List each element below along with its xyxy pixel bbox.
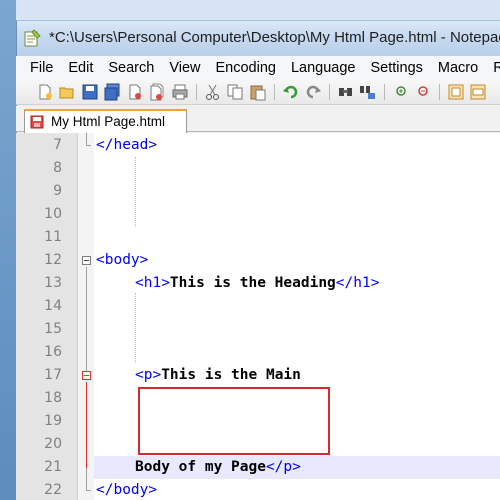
html-tag: </head> — [96, 137, 158, 153]
code-line: 13 <h1>This is the Heading</h1> — [16, 272, 500, 295]
line-number: 15 — [44, 321, 62, 337]
html-tag: <body> — [96, 252, 149, 268]
code-text: </head> — [96, 134, 157, 157]
menu-edit[interactable]: Edit — [61, 60, 101, 76]
line-number: 12 — [44, 252, 62, 268]
title-bar[interactable]: *C:\Users\Personal Computer\Desktop\My H… — [16, 20, 500, 56]
close-icon[interactable] — [126, 83, 144, 101]
toolbar-separator — [274, 84, 275, 100]
notepad-plus-plus-window: *C:\Users\Personal Computer\Desktop\My H… — [0, 0, 500, 500]
paragraph-text: Body of my Page — [135, 459, 266, 475]
fold-collapse-icon[interactable] — [82, 371, 91, 380]
code-text: </body> — [96, 479, 157, 500]
indent-guide — [135, 293, 136, 363]
html-tag: <h1> — [135, 275, 170, 291]
line-number: 21 — [44, 459, 62, 475]
fold-collapse-icon[interactable] — [82, 256, 91, 265]
menu-settings[interactable]: Settings — [363, 60, 430, 76]
code-text: <body> — [96, 249, 148, 272]
undo-icon[interactable] — [282, 83, 300, 101]
indent-guide — [135, 157, 136, 227]
copy-icon[interactable] — [226, 83, 244, 101]
code-line: 10 — [16, 203, 500, 226]
replace-icon[interactable] — [359, 83, 377, 101]
line-number: 20 — [44, 436, 62, 452]
unsaved-file-icon — [30, 115, 44, 129]
line-number: 14 — [44, 298, 62, 314]
html-tag: </p> — [265, 459, 301, 475]
find-icon[interactable] — [337, 83, 355, 101]
menu-run[interactable]: Run — [486, 60, 500, 76]
fold-line — [86, 468, 87, 491]
new-file-icon[interactable] — [36, 83, 54, 101]
toolbar — [16, 80, 500, 105]
text-editor[interactable]: 7 </head> 8 9 10 11 12 <body> 13 <h1>Thi… — [16, 133, 500, 500]
line-number: 16 — [44, 344, 62, 360]
toolbar-separator — [384, 84, 385, 100]
fold-line-active — [86, 382, 87, 468]
code-line-current: 21 Body of my Page</p> — [16, 456, 500, 479]
save-all-icon[interactable] — [103, 83, 121, 101]
line-number: 22 — [44, 482, 62, 498]
toolbar-separator — [196, 84, 197, 100]
cut-icon[interactable] — [204, 83, 222, 101]
line-number: 9 — [53, 183, 62, 199]
menu-view[interactable]: View — [162, 60, 208, 76]
line-number: 13 — [44, 275, 62, 291]
notepad-app-icon — [24, 29, 41, 47]
code-line: 15 — [16, 318, 500, 341]
code-text: <h1>This is the Heading</h1> — [135, 272, 379, 295]
fold-line — [86, 267, 87, 371]
window-title: *C:\Users\Personal Computer\Desktop\My H… — [49, 29, 500, 46]
open-file-icon[interactable] — [58, 83, 76, 101]
save-icon[interactable] — [81, 83, 99, 101]
menu-language[interactable]: Language — [284, 60, 364, 76]
line-number: 7 — [53, 137, 62, 153]
code-line: 16 — [16, 341, 500, 364]
desktop-background — [0, 0, 16, 500]
close-all-icon[interactable] — [148, 83, 166, 101]
fold-end-marker — [86, 490, 91, 491]
fold-end-marker — [86, 145, 91, 146]
menu-bar: File Edit Search View Encoding Language … — [16, 56, 500, 80]
toolbar-separator — [439, 84, 440, 100]
fold-line — [86, 133, 87, 145]
sync-vertical-icon[interactable] — [447, 83, 465, 101]
code-line: 8 — [16, 157, 500, 180]
menu-file[interactable]: File — [16, 60, 61, 76]
annotation-highlight-box — [138, 387, 330, 455]
tab-my-html-page[interactable]: My Html Page.html — [24, 109, 187, 133]
paragraph-text: This is the Main — [161, 367, 301, 383]
zoom-in-icon[interactable] — [392, 83, 410, 101]
menu-encoding[interactable]: Encoding — [209, 60, 284, 76]
heading-text: This is the Heading — [169, 275, 336, 291]
code-text: Body of my Page</p> — [135, 456, 301, 479]
menu-macro[interactable]: Macro — [431, 60, 486, 76]
line-number: 17 — [44, 367, 62, 383]
code-text: <p>This is the Main — [135, 364, 301, 387]
redo-icon[interactable] — [304, 83, 322, 101]
html-tag: <p> — [135, 367, 162, 383]
code-line: 9 — [16, 180, 500, 203]
zoom-out-icon[interactable] — [414, 83, 432, 101]
code-line: 11 — [16, 226, 500, 249]
sync-horizontal-icon[interactable] — [469, 83, 487, 101]
line-number: 19 — [44, 413, 62, 429]
line-number: 11 — [44, 229, 62, 245]
tab-label: My Html Page.html — [51, 114, 166, 129]
line-number: 8 — [53, 160, 62, 176]
html-tag: </body> — [96, 482, 158, 498]
toolbar-separator — [329, 84, 330, 100]
html-tag: </h1> — [335, 275, 380, 291]
line-number: 18 — [44, 390, 62, 406]
code-line: 14 — [16, 295, 500, 318]
menu-search[interactable]: Search — [101, 60, 162, 76]
print-icon[interactable] — [171, 83, 189, 101]
tab-bar: My Html Page.html — [16, 106, 500, 133]
line-number: 10 — [44, 206, 62, 222]
paste-icon[interactable] — [249, 83, 267, 101]
